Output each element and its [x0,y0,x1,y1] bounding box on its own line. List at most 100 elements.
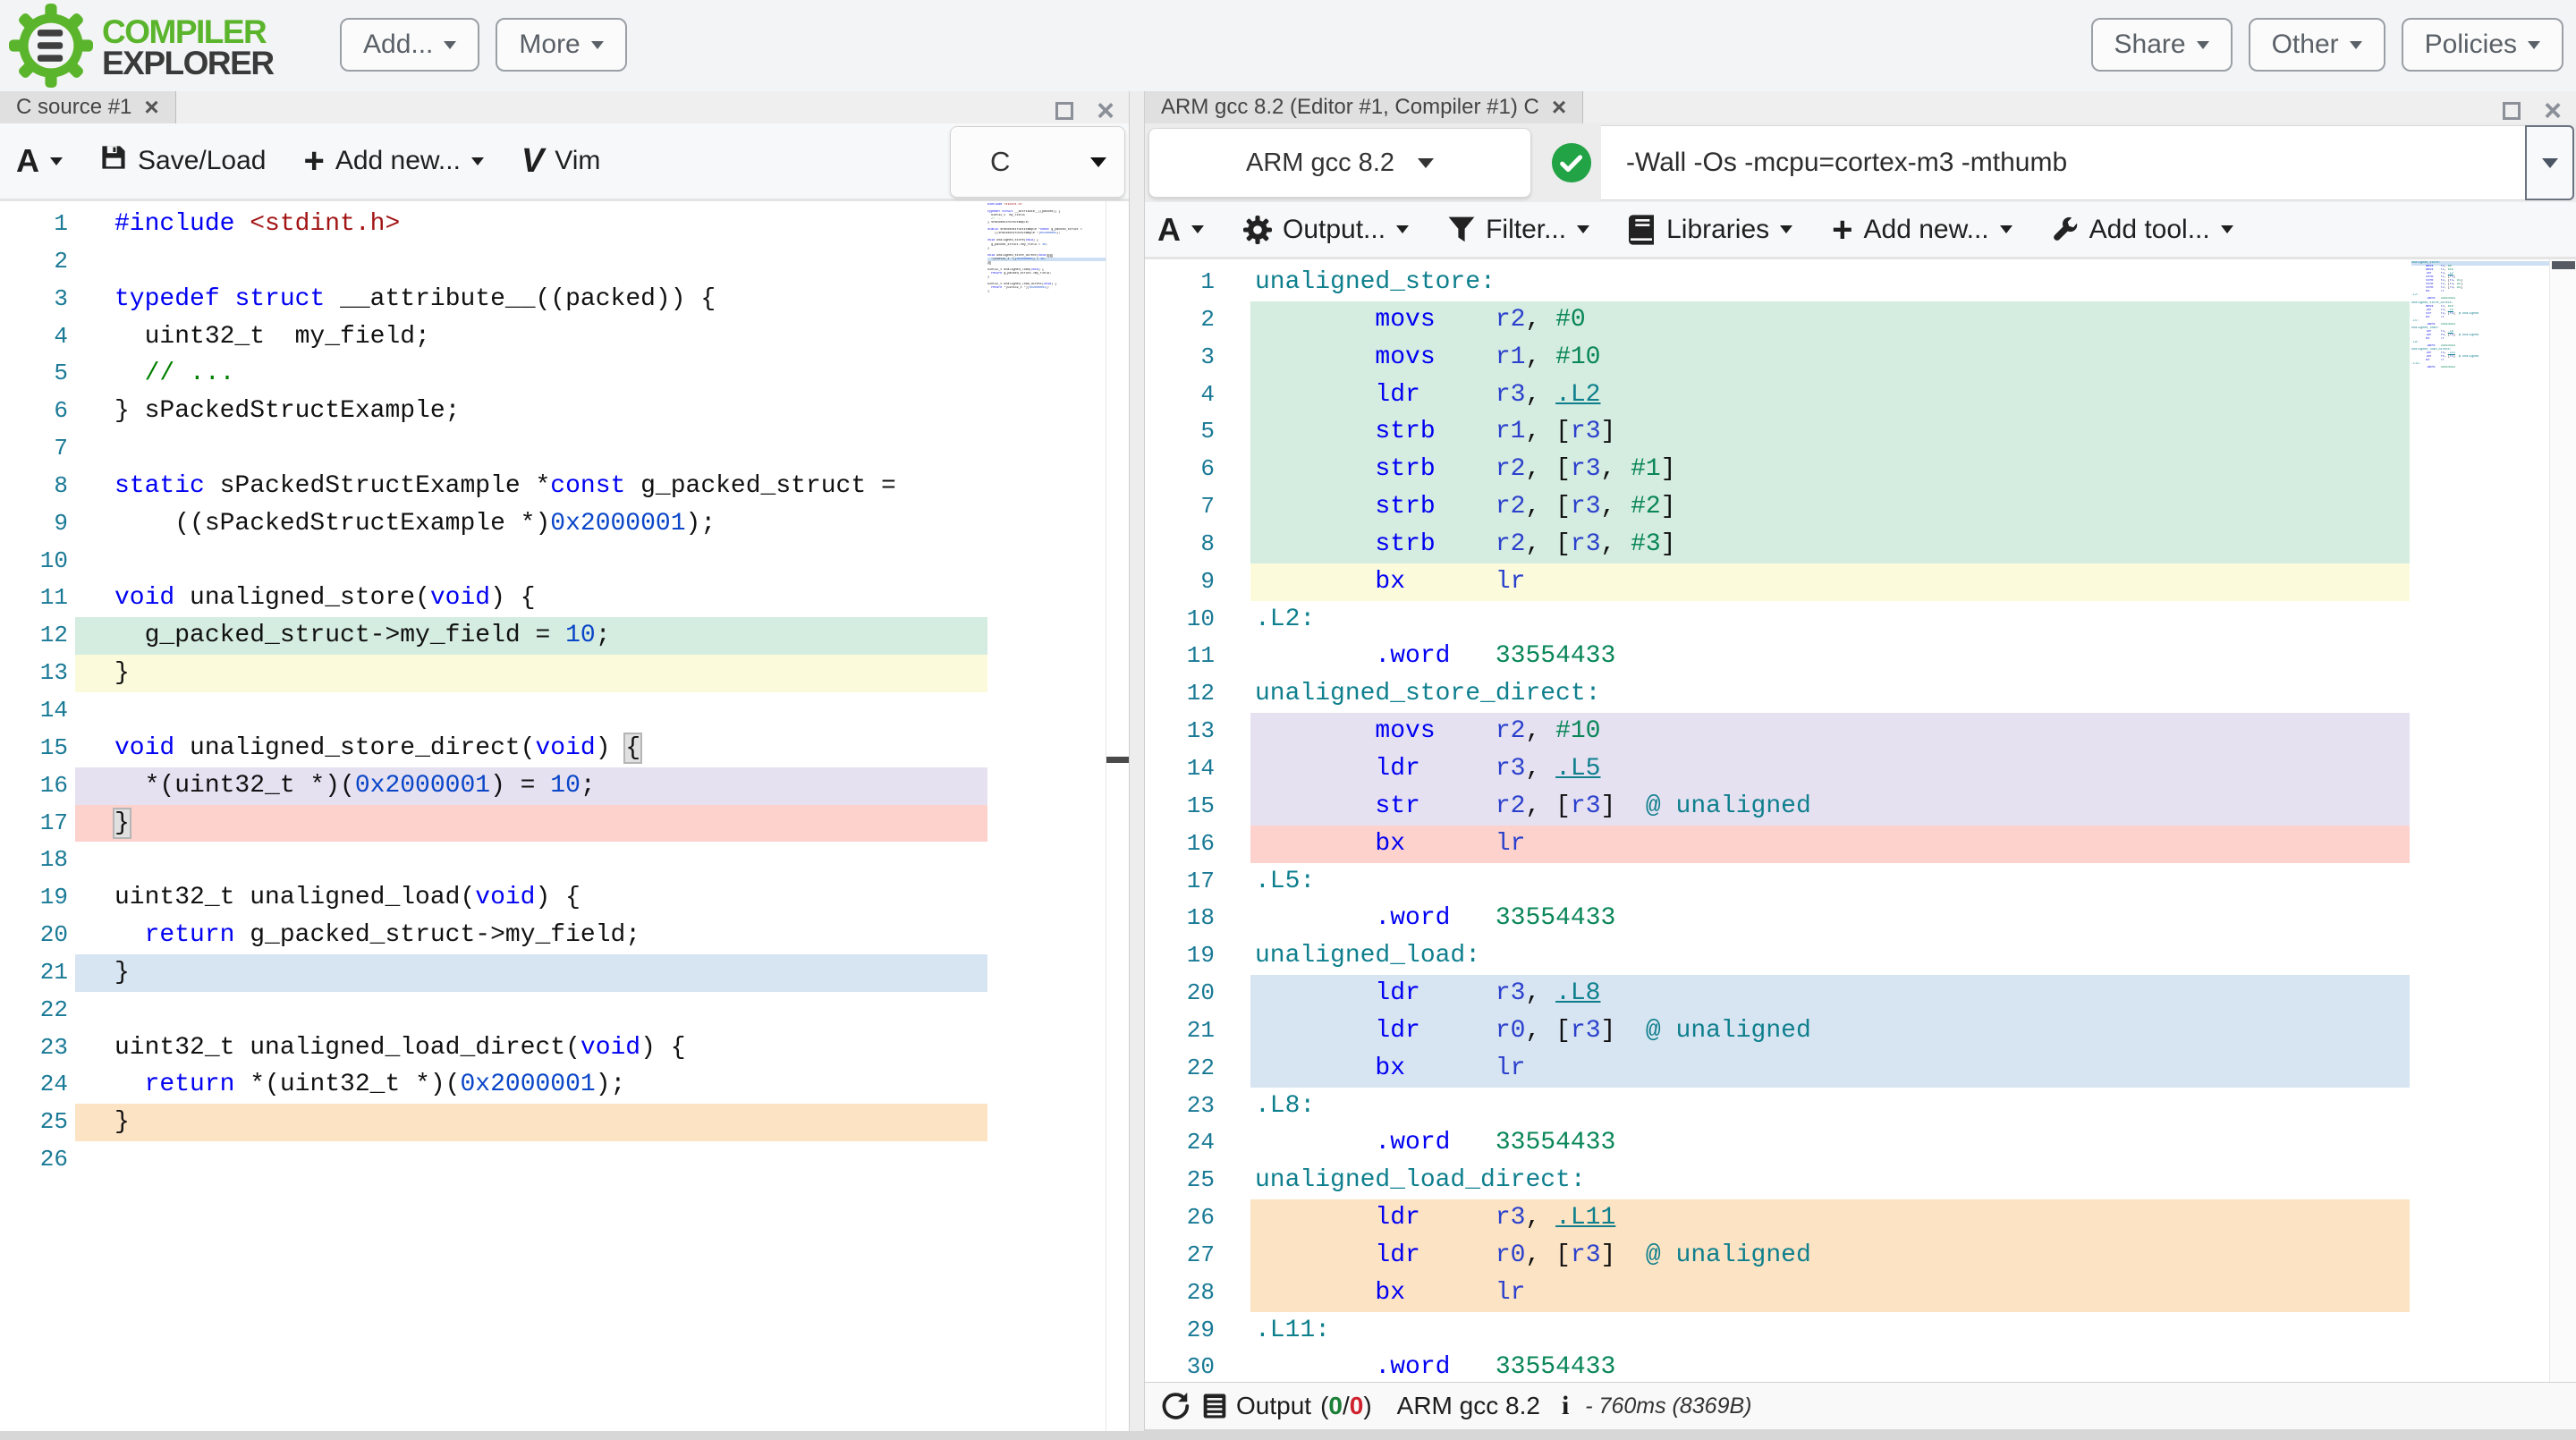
code-line[interactable]: 15 str r2, [r3] @ unaligned [1145,788,2576,826]
policies-button[interactable]: Policies [2402,18,2563,72]
code-line[interactable]: 6 strb r2, [r3, #1] [1145,451,2576,488]
code-line[interactable]: 9 bx lr [1145,563,2576,601]
code-line[interactable]: 22 [0,992,1129,1029]
code-line[interactable]: 25unaligned_load_direct: [1145,1162,2576,1199]
code-line[interactable]: 21} [0,954,1129,992]
code-line[interactable]: 10 [0,543,1129,580]
code-line[interactable]: 14 ldr r3, .L5 [1145,750,2576,788]
code-line[interactable]: 5 strb r1, [r3] [1145,413,2576,451]
code-line[interactable]: 28 bx lr [1145,1275,2576,1312]
code-line[interactable]: 2 [0,243,1129,281]
more-button-label: More [519,30,580,60]
code-line[interactable]: 17} [0,805,1129,843]
font-size-button[interactable]: A [1157,211,1204,249]
info-icon[interactable]: i [1562,1391,1569,1421]
compiler-select[interactable]: ARM gcc 8.2 [1148,128,1531,198]
code-line[interactable]: 1unaligned_store: [1145,264,2576,301]
code-line[interactable]: 13 movs r2, #10 [1145,713,2576,750]
code-line[interactable]: 2 movs r2, #0 [1145,301,2576,339]
code-line[interactable]: 8 strb r2, [r3, #3] [1145,526,2576,563]
code-line[interactable]: 5 // ... [0,355,1129,393]
add-tool-button[interactable]: Add tool... [2052,215,2233,245]
share-button[interactable]: Share [2091,18,2233,72]
code-line[interactable]: 23uint32_t unaligned_load_direct(void) { [0,1029,1129,1067]
code-line[interactable]: 3typedef struct __attribute__((packed)) … [0,281,1129,318]
code-line[interactable]: 19uint32_t unaligned_load(void) { [0,879,1129,917]
scrollbar[interactable] [2549,259,2576,1382]
code-line[interactable]: 17.L5: [1145,863,2576,901]
filter-button[interactable]: Filter... [1448,215,1589,245]
code-line[interactable]: 10.L2: [1145,601,2576,639]
code-line[interactable]: 21 ldr r0, [r3] @ unaligned [1145,1012,2576,1050]
code-line[interactable]: 8static sPackedStructExample *const g_pa… [0,468,1129,505]
output-button[interactable]: Output... [1243,215,1409,245]
code-line[interactable]: 11 .word 33554433 [1145,638,2576,675]
scrollbar-thumb[interactable] [2552,261,2575,269]
logo[interactable]: COMPILER EXPLORER [9,4,274,92]
code-line[interactable]: 24 .word 33554433 [1145,1124,2576,1162]
code-line[interactable]: 20 ldr r3, .L8 [1145,975,2576,1012]
code-line[interactable]: 23.L8: [1145,1088,2576,1125]
close-icon[interactable]: × [2544,96,2562,126]
tab-close-icon[interactable]: × [144,95,158,120]
code-line[interactable]: 18 .word 33554433 [1145,900,2576,937]
add-button[interactable]: Add... [340,18,479,72]
code-line[interactable]: 6} sPackedStructExample; [0,393,1129,430]
code-line[interactable]: 20 return g_packed_struct->my_field; [0,917,1129,954]
source-editor[interactable]: 1#include <stdint.h>23typedef struct __a… [0,201,1129,1431]
navbar-right-buttons: Share Other Policies [2091,18,2563,72]
code-line[interactable]: 24 return *(uint32_t *)(0x2000001); [0,1066,1129,1104]
code-line[interactable]: 27 ldr r0, [r3] @ unaligned [1145,1237,2576,1275]
recompile-button[interactable] [1159,1391,1190,1421]
compiler-options-input[interactable] [1601,125,2525,200]
add-new-button[interactable]: + Add new... [303,143,483,179]
add-new-button[interactable]: + Add new... [1832,212,2012,248]
code-line[interactable]: 11void unaligned_store(void) { [0,580,1129,617]
tab-close-icon[interactable]: × [1552,95,1566,120]
code-line[interactable]: 12 g_packed_struct->my_field = 10; [0,617,1129,655]
code-line[interactable]: 9 ((sPackedStructExample *)0x2000001); [0,505,1129,543]
asm-editor[interactable]: 1unaligned_store:2 movs r2, #03 movs r1,… [1145,259,2576,1382]
save-load-button[interactable]: Save/Load [100,144,266,178]
code-line[interactable]: 13} [0,655,1129,692]
code-line[interactable]: 12unaligned_store_direct: [1145,675,2576,713]
more-button[interactable]: More [496,18,626,72]
maximize-icon[interactable] [1055,102,1073,120]
code-line[interactable]: 15void unaligned_store_direct(void) { [0,730,1129,767]
pane-splitter[interactable] [1129,91,1145,1431]
language-select[interactable]: C [950,126,1125,198]
code-line[interactable]: 26 ldr r3, .L11 [1145,1199,2576,1237]
code-line[interactable]: 26 [0,1141,1129,1179]
libraries-button[interactable]: Libraries [1629,215,1792,245]
splitter-drag-handle[interactable] [1106,757,1129,763]
code-line[interactable]: 16 bx lr [1145,826,2576,863]
code-line[interactable]: 14 [0,692,1129,730]
minimap[interactable]: unaligned_store: movs r2, #0 movs r1, #1… [2411,259,2549,1382]
code-line[interactable]: 30 .word 33554433 [1145,1349,2576,1382]
options-dropdown-button[interactable] [2525,125,2574,200]
code-text: uint32_t unaligned_load_direct(void) { [114,1029,686,1067]
code-line[interactable]: 18 [0,842,1129,879]
tab-compiler[interactable]: ARM gcc 8.2 (Editor #1, Compiler #1) C × [1145,91,1583,123]
close-icon[interactable]: × [1097,96,1114,126]
minimap[interactable]: #include <stdint.h>typedef struct __attr… [987,201,1106,1431]
code-line[interactable]: 3 movs r1, #10 [1145,339,2576,377]
code-line[interactable]: 7 [0,430,1129,468]
tab-c-source[interactable]: C source #1 × [0,91,176,123]
output-log-button[interactable]: Output (0/0) [1202,1392,1372,1420]
scrollbar[interactable] [1106,201,1129,1431]
font-size-button[interactable]: A [16,142,63,180]
other-button[interactable]: Other [2249,18,2385,72]
code-line[interactable]: 16 *(uint32_t *)(0x2000001) = 10; [0,767,1129,805]
code-line[interactable]: 1#include <stdint.h> [0,206,1129,243]
code-line[interactable]: 29.L11: [1145,1312,2576,1350]
code-line[interactable]: 22 bx lr [1145,1050,2576,1088]
vim-toggle[interactable]: V Vim [521,142,600,181]
code-line[interactable]: 19unaligned_load: [1145,937,2576,975]
code-line[interactable]: 7 strb r2, [r3, #2] [1145,488,2576,526]
line-number: 27 [1145,1237,1215,1275]
code-line[interactable]: 25} [0,1104,1129,1141]
code-line[interactable]: 4 ldr r3, .L2 [1145,377,2576,414]
maximize-icon[interactable] [2503,102,2521,120]
code-line[interactable]: 4 uint32_t my_field; [0,318,1129,356]
